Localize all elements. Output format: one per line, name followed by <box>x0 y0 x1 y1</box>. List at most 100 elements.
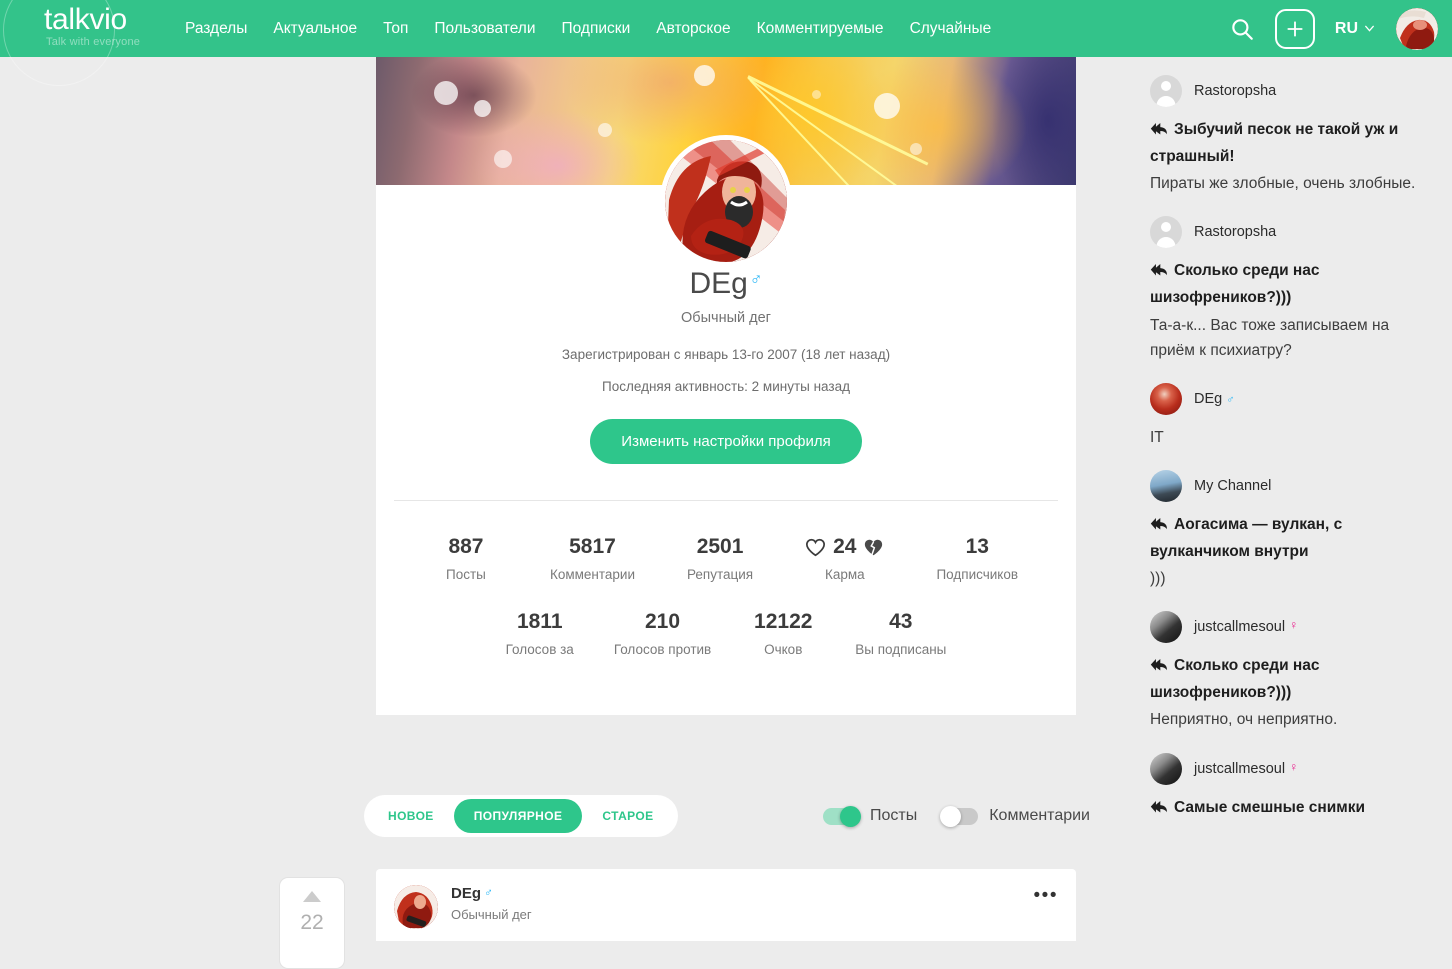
user-avatar[interactable] <box>1396 7 1438 50</box>
sort-pills: НОВОЕ ПОПУЛЯРНОЕ СТАРОЕ <box>364 795 678 837</box>
stats-row-primary: 887 Посты 5817 Комментарии 2501 Репутаци… <box>376 535 1076 582</box>
post-author-name[interactable]: DEg ♂ <box>451 885 493 902</box>
reply-arrow-icon <box>1150 260 1168 285</box>
recent-comments-sidebar: Rastoropsha Зыбучий песок не такой уж и … <box>1132 57 1452 941</box>
post-author-status: Обычный дег <box>451 907 532 922</box>
gender-female-icon: ♀ <box>1289 618 1299 633</box>
stat-karma[interactable]: 24 Карма <box>805 535 884 582</box>
nav-item-top[interactable]: Топ <box>383 20 408 38</box>
profile-status: Обычный дег <box>681 310 771 326</box>
triangle-up-icon[interactable] <box>303 891 321 902</box>
stat-points[interactable]: 12122 Очков <box>751 610 815 657</box>
nav-item-podpiski[interactable]: Подписки <box>562 20 631 38</box>
card-bottom-spacer <box>376 657 1076 715</box>
header-actions: RU <box>1229 7 1452 50</box>
comment-author[interactable]: My Channel <box>1194 478 1271 494</box>
profile-avatar[interactable] <box>660 135 792 267</box>
stat-subscriptions[interactable]: 43 Вы подписаны <box>855 610 946 657</box>
post-vote-widget: 22 <box>279 877 345 969</box>
logo[interactable]: talkvio Talk with everyone <box>0 0 185 86</box>
toggle-posts-label: Посты <box>869 807 918 824</box>
toggle-posts[interactable]: Посты <box>822 805 918 827</box>
stat-points-label: Очков <box>764 642 803 657</box>
reply-arrow-icon <box>1150 797 1168 822</box>
stat-subscribers[interactable]: 13 Подписчиков <box>936 535 1018 582</box>
comment-item: Rastoropsha Сколько среди нас шизофреник… <box>1150 216 1436 362</box>
comment-title[interactable]: Зыбучий песок не такой уж и страшный! <box>1150 117 1436 169</box>
deg-avatar[interactable] <box>1150 382 1182 415</box>
stat-comments[interactable]: 5817 Комментарии <box>550 535 635 582</box>
stat-subscriptions-value: 43 <box>889 610 913 633</box>
stat-karma-label: Карма <box>824 567 865 582</box>
comment-body: Неприятно, оч неприятно. <box>1150 711 1338 729</box>
comment-header: My Channel <box>1150 469 1436 502</box>
comment-item: justcallmesoul ♀ Сколько среди нас шизоф… <box>1150 611 1436 732</box>
comment-title[interactable]: Аогасима — вулкан, с вулканчиком внутри <box>1150 512 1436 564</box>
stat-reputation-value: 2501 <box>696 535 744 558</box>
nav-item-avtorskoe[interactable]: Авторское <box>656 20 730 38</box>
gender-male-icon: ♂ <box>1226 393 1235 406</box>
pill-old[interactable]: СТАРОЕ <box>582 799 673 833</box>
stat-comments-value: 5817 <box>569 535 616 558</box>
stat-reputation[interactable]: 2501 Репутация <box>687 535 753 582</box>
comment-author[interactable]: justcallmesoul ♀ <box>1194 761 1298 777</box>
username-text: DEg <box>689 267 748 300</box>
stat-subscribers-label: Подписчиков <box>936 567 1019 582</box>
pill-popular[interactable]: ПОПУЛЯРНОЕ <box>453 799 583 833</box>
placeholder-avatar[interactable] <box>1150 216 1182 249</box>
stat-votes-up[interactable]: 1811 Голосов за <box>506 610 574 657</box>
comment-item: DEg ♂ IT <box>1150 382 1436 450</box>
comment-title[interactable]: Сколько среди нас шизофреников?))) <box>1150 653 1436 705</box>
pill-new[interactable]: НОВОЕ <box>368 799 454 833</box>
comment-author[interactable]: Rastoropsha <box>1194 224 1276 240</box>
comment-title-text: Сколько среди нас шизофреников?))) <box>1150 262 1320 307</box>
reply-arrow-icon <box>1150 655 1168 680</box>
chevron-down-icon <box>1365 25 1374 32</box>
stat-comments-label: Комментарии <box>549 567 635 582</box>
post-author-avatar[interactable] <box>394 885 438 929</box>
stat-votes-down-label: Голосов против <box>613 642 712 657</box>
comment-header: Rastoropsha <box>1150 216 1436 249</box>
comment-author-text: DEg <box>1194 390 1223 407</box>
gender-male-icon: ♂ <box>749 270 763 289</box>
comment-author-text: justcallmesoul <box>1194 619 1286 636</box>
stat-points-value: 12122 <box>754 610 813 633</box>
comment-title[interactable]: Сколько среди нас шизофреников?))) <box>1150 258 1436 310</box>
soul-avatar[interactable] <box>1150 611 1182 644</box>
stat-votes-down[interactable]: 210 Голосов против <box>614 610 711 657</box>
channel-avatar[interactable] <box>1150 469 1182 502</box>
karma-value: 24 <box>833 535 857 558</box>
broken-heart-icon <box>865 539 883 556</box>
logo-tagline: Talk with everyone <box>46 36 141 48</box>
nav-item-sluchaynye[interactable]: Случайные <box>910 20 992 38</box>
nav-item-polzovateli[interactable]: Пользователи <box>434 20 535 38</box>
language-selector[interactable]: RU <box>1335 20 1376 38</box>
stat-posts[interactable]: 887 Посты <box>434 535 498 582</box>
stat-votes-down-value: 210 <box>645 610 681 633</box>
post-author-text: DEg <box>451 885 481 902</box>
stats-row-secondary: 1811 Голосов за 210 Голосов против 12122… <box>376 610 1076 657</box>
profile-last-activity: Последняя активность: 2 минуты назад <box>602 379 850 394</box>
more-options-icon[interactable]: ••• <box>1034 885 1058 907</box>
search-icon[interactable] <box>1229 16 1255 42</box>
comment-author[interactable]: justcallmesoul ♀ <box>1194 619 1298 635</box>
comment-author[interactable]: Rastoropsha <box>1194 83 1276 99</box>
nav-item-razdely[interactable]: Разделы <box>185 20 247 38</box>
reply-arrow-icon <box>1150 119 1168 144</box>
comment-title-text: Зыбучий песок не такой уж и страшный! <box>1150 121 1399 166</box>
comment-body: Пираты же злобные, очень злобные. <box>1150 175 1416 193</box>
site-header: talkvio Talk with everyone Разделы Актуа… <box>0 0 1452 86</box>
logo-text: talkvio <box>44 3 127 36</box>
soul-avatar[interactable] <box>1150 752 1182 785</box>
create-post-button[interactable] <box>1274 8 1315 49</box>
comment-title[interactable]: Самые смешные снимки <box>1150 795 1436 822</box>
toggle-comments-switch[interactable] <box>940 805 979 827</box>
card-divider <box>394 500 1058 501</box>
comment-author[interactable]: DEg ♂ <box>1194 391 1234 407</box>
placeholder-avatar[interactable] <box>1150 75 1182 107</box>
nav-item-kommentiruemye[interactable]: Комментируемые <box>757 20 884 38</box>
nav-item-aktualnoe[interactable]: Актуальное <box>273 20 357 38</box>
edit-profile-button[interactable]: Изменить настройки профиля <box>590 419 862 464</box>
toggle-comments[interactable]: Комментарии <box>940 805 1090 827</box>
toggle-posts-switch[interactable] <box>822 805 861 827</box>
